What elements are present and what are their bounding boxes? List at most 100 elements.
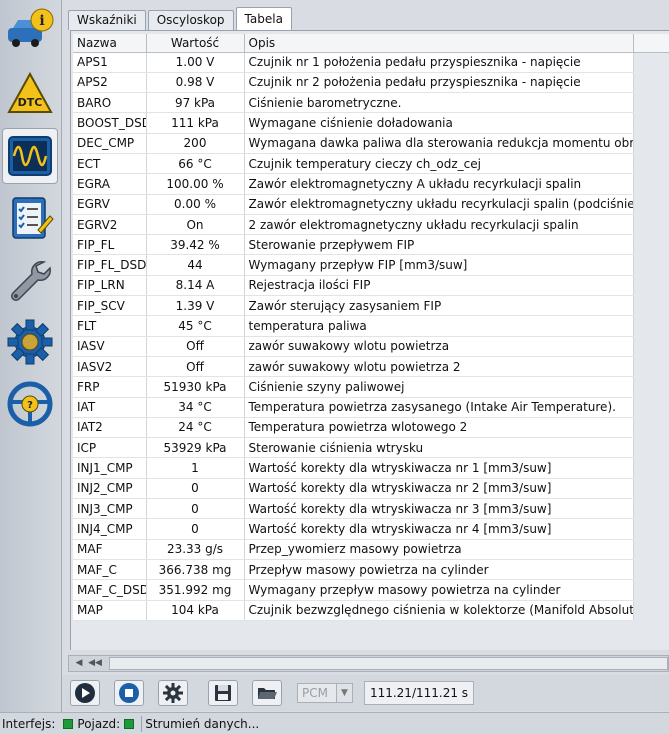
sidebar-item-service[interactable] xyxy=(2,252,58,308)
table-row[interactable]: INJ2_CMP 0 Wartość korekty dla wtryskiwacz… xyxy=(73,478,634,500)
tab-tabela[interactable]: Tabela xyxy=(235,7,292,30)
cell-description: 2 zawór elektromagnetyczny układu recyrk… xyxy=(244,214,634,236)
cell-name: FIP_FL_DSD xyxy=(73,254,147,276)
tab-wskazniki[interactable]: Wskaźniki xyxy=(68,10,146,30)
module-select-value: PCM xyxy=(302,686,328,700)
cell-value: 0 xyxy=(146,498,245,520)
table-row[interactable]: ICP 53929 kPa Sterowanie ciśnienia wtrysku xyxy=(73,437,634,459)
table-row[interactable]: APS2 0.98 V Czujnik nr 2 położenia pedału … xyxy=(73,72,634,94)
table-row[interactable]: MAF_C 366.738 mg Przepływ masowy powietrza… xyxy=(73,559,634,581)
scroll-left-icon[interactable]: ◀ xyxy=(71,656,87,671)
cell-name: INJ2_CMP xyxy=(73,478,147,500)
cell-value: 104 kPa xyxy=(146,600,245,621)
table-row[interactable]: FIP_FL 39.42 % Sterowanie przepływem FIP xyxy=(73,234,634,256)
cell-value: 23.33 g/s xyxy=(146,539,245,560)
cell-value: 111 kPa xyxy=(146,112,245,134)
cell-value: 34 °C xyxy=(146,397,245,418)
cell-name: APS2 xyxy=(73,72,147,94)
scroll-left-fast-icon[interactable]: ◀◀ xyxy=(87,656,103,671)
table-row[interactable]: IASV2 Off zawór suwakowy wlotu powietrza 2 xyxy=(73,356,634,378)
wrench-icon xyxy=(11,260,52,301)
save-button[interactable] xyxy=(208,680,238,706)
cell-value: 366.738 mg xyxy=(146,559,245,581)
svg-text:?: ? xyxy=(27,400,33,411)
cell-name: FRP xyxy=(73,376,147,398)
header-filler xyxy=(633,34,669,53)
sidebar-item-live-data[interactable] xyxy=(2,128,58,184)
table-row[interactable]: BARO 97 kPa Ciśnienie barometryczne. xyxy=(73,92,634,114)
cell-description: Rejestracja ilości FIP xyxy=(244,275,634,297)
sidebar-item-settings[interactable] xyxy=(2,314,58,370)
table-row[interactable]: FIP_FL_DSD 44 Wymagany przepływ FIP [mm3/s… xyxy=(73,254,634,276)
table-row[interactable]: EGRA 100.00 % Zawór elektromagnetyczny A u… xyxy=(73,173,634,195)
bottom-toolbar: PCM ▼ 111.21/111.21 s xyxy=(62,675,669,711)
cell-value: 97 kPa xyxy=(146,92,245,114)
cell-value: 0.98 V xyxy=(146,72,245,94)
table-body: APS1 1.00 V Czujnik nr 1 położenia pedału … xyxy=(73,52,634,621)
column-header-description[interactable]: Opis xyxy=(244,34,634,53)
table-row[interactable]: FRP 51930 kPa Ciśnienie szyny paliwowej xyxy=(73,376,634,398)
vehicle-label: Pojazd: xyxy=(77,716,121,731)
table-row[interactable]: ECT 66 °C Czujnik temperatury cieczy ch_od… xyxy=(73,153,634,175)
floppy-disk-icon xyxy=(215,685,231,701)
status-bar: Interfejs: Pojazd: Strumień danych... xyxy=(0,712,669,734)
cell-name: IASV xyxy=(73,336,147,357)
table-row[interactable]: APS1 1.00 V Czujnik nr 1 położenia pedału … xyxy=(73,52,634,73)
scrollbar-thumb[interactable] xyxy=(109,657,668,670)
cell-value: 51930 kPa xyxy=(146,376,245,398)
table-row[interactable]: MAP 104 kPa Czujnik bezwzględnego ciśnieni… xyxy=(73,600,634,621)
cell-value: 351.992 mg xyxy=(146,579,245,601)
sidebar-item-dtc[interactable]: DTC xyxy=(2,66,58,122)
open-button[interactable] xyxy=(252,680,282,706)
folder-open-icon xyxy=(258,688,277,699)
table-row[interactable]: MAF 23.33 g/s Przep_ywomierz masowy powiet… xyxy=(73,539,634,560)
table-row[interactable]: INJ1_CMP 1 Wartość korekty dla wtryskiwacz… xyxy=(73,457,634,479)
sidebar-item-tests[interactable] xyxy=(2,190,58,246)
sidebar-item-help[interactable]: ? xyxy=(2,376,58,432)
table-row[interactable]: EGRV2 On 2 zawór elektromagnetyczny układu… xyxy=(73,214,634,236)
cell-name: BARO xyxy=(73,92,147,114)
cell-name: IAT xyxy=(73,397,147,418)
cell-description: Temperatura powietrza zasysanego (Intake… xyxy=(244,397,634,418)
table-row[interactable]: IAT 34 °C Temperatura powietrza zasysanego… xyxy=(73,397,634,418)
table-row[interactable]: IASV Off zawór suwakowy wlotu powietrza xyxy=(73,336,634,357)
cell-value: 0 xyxy=(146,518,245,540)
settings-button[interactable] xyxy=(158,680,188,706)
chevron-down-icon[interactable]: ▼ xyxy=(336,684,352,702)
cell-value: 45 °C xyxy=(146,315,245,337)
table-row[interactable]: IAT2 24 °C Temperatura powietrza wlotowego… xyxy=(73,417,634,439)
tab-oscyloskop[interactable]: Oscyloskop xyxy=(147,10,234,30)
cell-description: Zawór elektromagnetyczny A układu recyrk… xyxy=(244,173,634,195)
table-row[interactable]: DEC_CMP 200 Wymagana dawka paliwa dla ster… xyxy=(73,133,634,154)
table-panel: Nazwa Wartość Opis APS1 1.00 V Czujnik nr … xyxy=(70,30,669,650)
cell-value: 39.42 % xyxy=(146,234,245,256)
cell-name: IASV2 xyxy=(73,356,147,378)
table-row[interactable]: FIP_SCV 1.39 V Zawór sterujący zasysaniem … xyxy=(73,295,634,317)
table-row[interactable]: MAF_C_DSD 351.992 mg Wymagany przepływ mas… xyxy=(73,579,634,601)
cell-description: Wymagany przepływ FIP [mm3/suw] xyxy=(244,254,634,276)
horizontal-scrollbar[interactable]: ◀ ◀◀ xyxy=(68,655,669,672)
table-row[interactable]: EGRV 0.00 % Zawór elektromagnetyczny układ… xyxy=(73,194,634,215)
cell-description: Ciśnienie barometryczne. xyxy=(244,92,634,114)
cell-name: FIP_SCV xyxy=(73,295,147,317)
module-select[interactable]: PCM ▼ xyxy=(297,683,353,703)
table-row[interactable]: BOOST_DSD 111 kPa Wymagane ciśnienie doład… xyxy=(73,112,634,134)
cell-description: Temperatura powietrza wlotowego 2 xyxy=(244,417,634,439)
cell-name: IAT2 xyxy=(73,417,147,439)
cell-value: 1 xyxy=(146,457,245,479)
play-button[interactable] xyxy=(70,680,100,706)
cell-description: Sterowanie przepływem FIP xyxy=(244,234,634,256)
stop-icon xyxy=(119,683,139,703)
tab-bar: Wskaźniki Oscyloskop Tabela xyxy=(68,7,294,30)
table-row[interactable]: FIP_LRN 8.14 A Rejestracja ilości FIP xyxy=(73,275,634,297)
car-info-icon: i xyxy=(8,8,54,47)
table-row[interactable]: INJ3_CMP 0 Wartość korekty dla wtryskiwacz… xyxy=(73,498,634,520)
table-row[interactable]: INJ4_CMP 0 Wartość korekty dla wtryskiwacz… xyxy=(73,518,634,540)
column-header-value[interactable]: Wartość xyxy=(146,34,245,53)
column-header-name[interactable]: Nazwa xyxy=(73,34,147,53)
stop-button[interactable] xyxy=(114,680,144,706)
cell-description: Czujnik nr 1 położenia pedału przyspiesz… xyxy=(244,52,634,73)
sidebar-item-vehicle-info[interactable]: i xyxy=(2,4,58,60)
table-row[interactable]: FLT 45 °C temperatura paliwa xyxy=(73,315,634,337)
table-header-row: Nazwa Wartość Opis xyxy=(73,34,634,53)
